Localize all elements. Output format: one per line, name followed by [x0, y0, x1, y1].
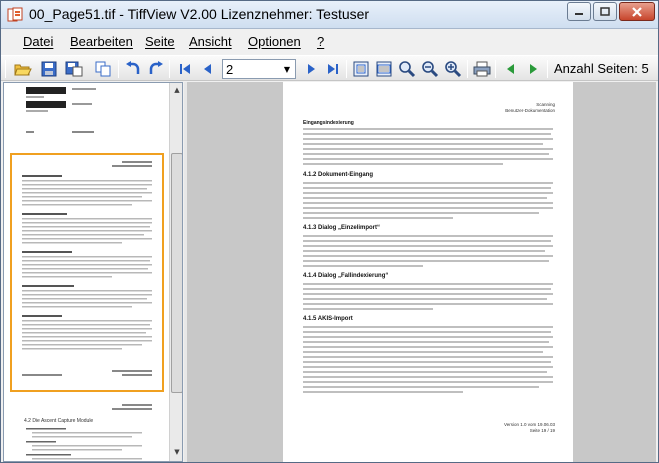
document-viewer[interactable]: Scanning Benutzer-Dokumentation Eingangs…: [187, 82, 656, 462]
window-title: 00_Page51.tif - TiffView V2.00 Lizenzneh…: [29, 6, 370, 22]
menu-seite[interactable]: Seite: [145, 34, 175, 49]
menu-help[interactable]: ?: [317, 34, 324, 49]
main-window: 00_Page51.tif - TiffView V2.00 Lizenzneh…: [0, 0, 659, 463]
copy-button[interactable]: [93, 59, 113, 79]
page-number-value: 2: [226, 62, 234, 77]
save-as-button[interactable]: [64, 59, 84, 79]
close-button[interactable]: [619, 2, 655, 21]
toolbar-separator: [346, 60, 347, 78]
thumbnail-scrollbar[interactable]: ▲ ▼: [169, 83, 182, 461]
last-page-icon: [328, 64, 338, 74]
forward-button[interactable]: [523, 59, 543, 79]
back-button[interactable]: [501, 59, 521, 79]
document-page: Scanning Benutzer-Dokumentation Eingangs…: [283, 82, 573, 462]
maximize-icon: [600, 7, 610, 16]
copy-icon: [95, 61, 111, 77]
thumbnail-page-3-heading: 4.2 Die Ascent Capture Module: [24, 418, 93, 424]
close-icon: [632, 6, 642, 17]
previous-page-button[interactable]: [198, 59, 218, 79]
fit-width-button[interactable]: [374, 59, 394, 79]
print-icon: [473, 61, 491, 77]
thumbnail-page-3-image: 4.2 Die Ascent Capture Module: [24, 404, 152, 460]
rotate-left-icon: [126, 61, 140, 74]
thumbnail-pane: 4.2 Die Ascent Capture Module ▲ ▼: [3, 82, 183, 462]
zoom-fit-button[interactable]: [443, 59, 463, 79]
rotate-left-button[interactable]: [123, 59, 143, 79]
minimize-button[interactable]: [567, 2, 591, 21]
zoom-in-icon: [399, 61, 416, 78]
page-number-select[interactable]: 2 ▼: [222, 59, 296, 79]
next-page-icon: [308, 64, 315, 74]
toolbar: 2 ▼ Anzahl Seiten: 5: [1, 55, 658, 81]
section-heading-4: 4.1.5 AKIS-Import: [303, 316, 353, 322]
title-bar: 00_Page51.tif - TiffView V2.00 Lizenzneh…: [1, 1, 658, 29]
thumbnail-page-1[interactable]: [12, 83, 162, 145]
fit-page-icon: [353, 61, 369, 77]
page-header-line-1: Scanning: [536, 102, 555, 107]
page-header-line-2: Benutzer-Dokumentation: [505, 108, 555, 113]
toolbar-separator: [547, 60, 548, 78]
fit-width-icon: [376, 61, 392, 77]
rotate-right-button[interactable]: [146, 59, 166, 79]
app-icon: [7, 7, 23, 22]
menu-bearbeiten[interactable]: Bearbeiten: [70, 34, 133, 49]
next-page-button[interactable]: [301, 59, 321, 79]
fit-page-button[interactable]: [351, 59, 371, 79]
scroll-down-icon[interactable]: ▼: [170, 445, 182, 459]
thumbnail-page-2-image: [22, 161, 152, 376]
thumbnail-page-1-image: [26, 87, 96, 133]
page-count-label: Anzahl Seiten: 5: [554, 61, 649, 76]
section-heading-3: 4.1.4 Dialog „Fallindexierung“: [303, 273, 389, 279]
back-icon: [507, 64, 514, 74]
zoom-fit-icon: [445, 61, 462, 78]
toolbar-grip: [5, 60, 6, 78]
section-heading-2: 4.1.3 Dialog „Einzelimport“: [303, 225, 381, 231]
menu-optionen[interactable]: Optionen: [248, 34, 301, 49]
zoom-out-icon: [422, 61, 439, 78]
section-heading-1: 4.1.2 Dokument-Eingang: [303, 172, 374, 178]
forward-icon: [530, 64, 537, 74]
previous-page-icon: [204, 64, 211, 74]
toolbar-separator: [169, 60, 170, 78]
zoom-in-button[interactable]: [397, 59, 417, 79]
print-button[interactable]: [472, 59, 492, 79]
toolbar-separator: [495, 60, 496, 78]
toolbar-separator: [467, 60, 468, 78]
scrollbar-thumb[interactable]: [171, 153, 182, 393]
thumbnail-page-2[interactable]: [10, 153, 164, 392]
intro-heading: Eingangsindexierung: [303, 120, 354, 126]
thumbnail-page-3[interactable]: 4.2 Die Ascent Capture Module: [12, 398, 162, 461]
open-button[interactable]: [13, 59, 33, 79]
save-button[interactable]: [39, 59, 59, 79]
open-icon: [14, 64, 32, 76]
maximize-button[interactable]: [593, 2, 617, 21]
save-as-icon: [65, 61, 83, 77]
zoom-out-button[interactable]: [420, 59, 440, 79]
last-page-button[interactable]: [323, 59, 343, 79]
content-area: 4.2 Die Ascent Capture Module ▲ ▼ Scanni…: [3, 82, 656, 462]
save-icon: [41, 61, 57, 77]
scroll-up-icon[interactable]: ▲: [170, 83, 182, 97]
minimize-icon: [575, 12, 583, 15]
chevron-down-icon[interactable]: ▼: [279, 60, 295, 78]
rotate-right-icon: [149, 61, 163, 74]
menu-datei[interactable]: Datei: [23, 34, 53, 49]
menu-bar: Datei Bearbeiten Seite Ansicht Optionen …: [1, 30, 658, 54]
page-footer-version: Version 1.0 vom 19.06.03: [503, 422, 555, 427]
toolbar-separator: [118, 60, 119, 78]
menu-ansicht[interactable]: Ansicht: [189, 34, 232, 49]
page-footer-page: Seite 19 / 19: [529, 428, 555, 433]
first-page-button[interactable]: [175, 59, 195, 79]
first-page-icon: [180, 64, 190, 74]
